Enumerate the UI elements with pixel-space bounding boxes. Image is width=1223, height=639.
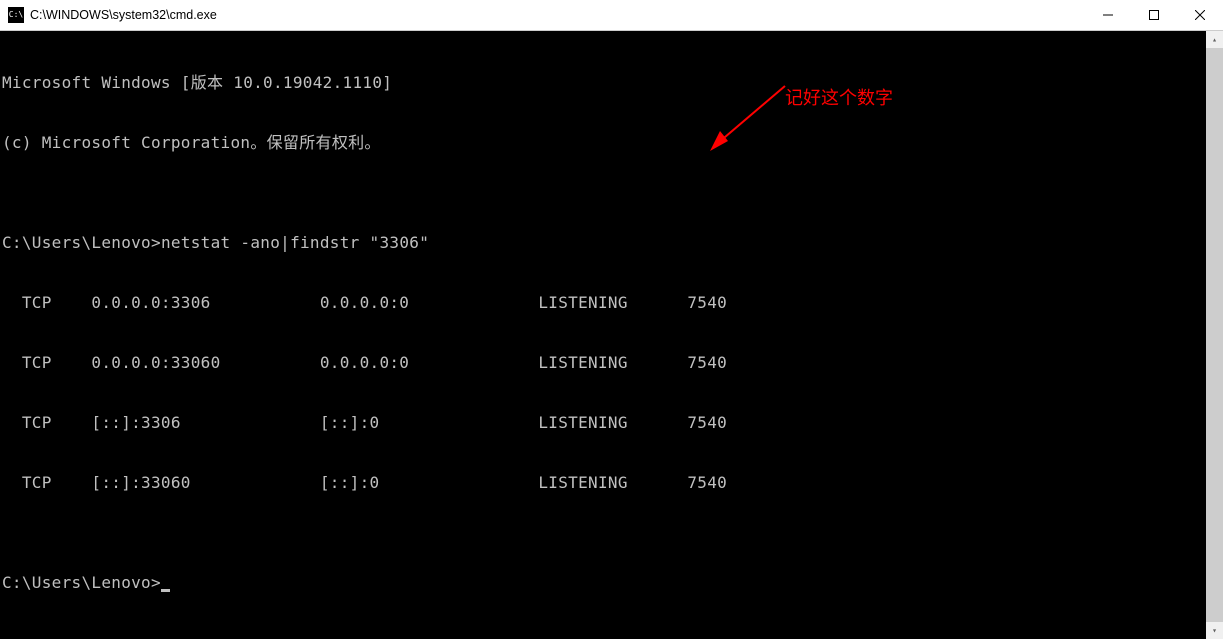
netstat-row: TCP 0.0.0.0:3306 0.0.0.0:0 LISTENING 754… <box>2 293 1223 313</box>
terminal-line: (c) Microsoft Corporation。保留所有权利。 <box>2 133 1223 153</box>
terminal-line: Microsoft Windows [版本 10.0.19042.1110] <box>2 73 1223 93</box>
scrollbar-thumb[interactable] <box>1206 48 1223 622</box>
cmd-icon: C:\ <box>8 7 24 23</box>
cursor <box>161 589 170 592</box>
vertical-scrollbar[interactable]: ▴ ▾ <box>1206 31 1223 639</box>
terminal-area[interactable]: Microsoft Windows [版本 10.0.19042.1110] (… <box>0 31 1223 639</box>
terminal-line: C:\Users\Lenovo> <box>2 573 1223 593</box>
scrollbar-up-button[interactable]: ▴ <box>1206 31 1223 48</box>
window-titlebar: C:\ C:\WINDOWS\system32\cmd.exe <box>0 0 1223 31</box>
window-title: C:\WINDOWS\system32\cmd.exe <box>30 8 1085 22</box>
annotation-arrow-icon <box>700 81 790 156</box>
minimize-button[interactable] <box>1085 0 1131 30</box>
scrollbar-down-button[interactable]: ▾ <box>1206 622 1223 639</box>
maximize-button[interactable] <box>1131 0 1177 30</box>
close-button[interactable] <box>1177 0 1223 30</box>
prompt-text: C:\Users\Lenovo> <box>2 573 161 592</box>
terminal-content: Microsoft Windows [版本 10.0.19042.1110] (… <box>0 31 1223 633</box>
window-controls <box>1085 0 1223 30</box>
netstat-row: TCP 0.0.0.0:33060 0.0.0.0:0 LISTENING 75… <box>2 353 1223 373</box>
terminal-line: C:\Users\Lenovo>netstat -ano|findstr "33… <box>2 233 1223 253</box>
netstat-row: TCP [::]:33060 [::]:0 LISTENING 7540 <box>2 473 1223 493</box>
prompt-text: C:\Users\Lenovo> <box>2 233 161 252</box>
netstat-row: TCP [::]:3306 [::]:0 LISTENING 7540 <box>2 413 1223 433</box>
command-text: netstat -ano|findstr "3306" <box>161 233 429 252</box>
